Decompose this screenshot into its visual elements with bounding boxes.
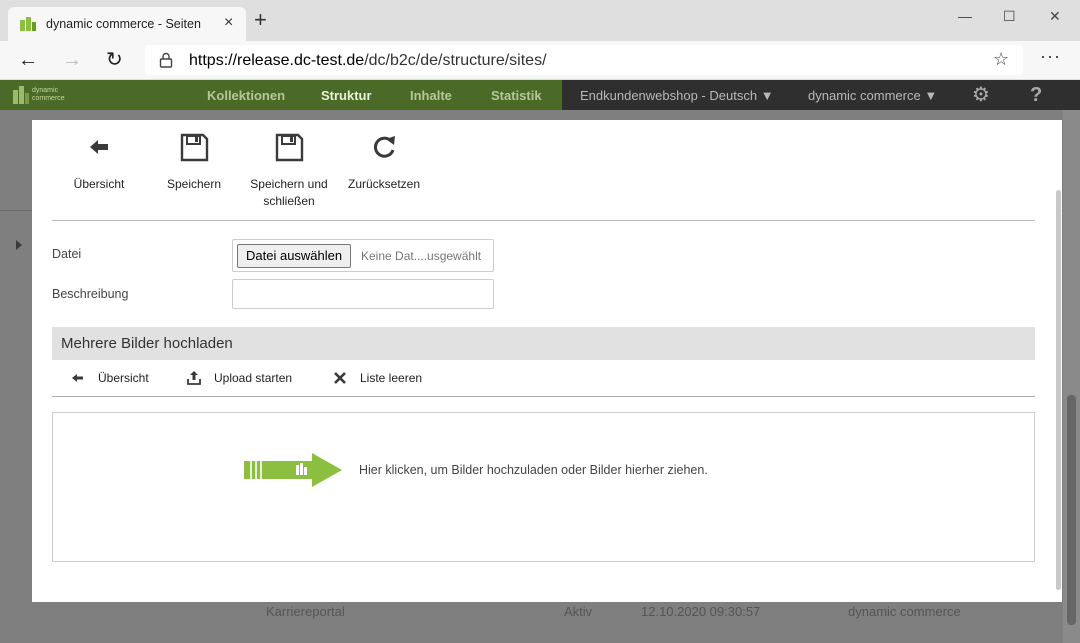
upload-toolbar-divider	[52, 396, 1035, 397]
image-dropzone[interactable]: Hier klicken, um Bilder hochzuladen oder…	[52, 412, 1035, 562]
close-window-icon[interactable]: ✕	[1049, 8, 1061, 24]
modal-scrollbar-thumb[interactable]	[1056, 190, 1061, 590]
shop-selector[interactable]: Endkundenwebshop - Deutsch ▼	[580, 88, 774, 103]
start-upload-button[interactable]: Upload starten	[186, 368, 306, 388]
upload-modal: Übersicht Speichern Speichern und schließ…	[32, 120, 1062, 602]
clear-list-button[interactable]: Liste leeren	[332, 368, 442, 388]
page-scrollbar-thumb[interactable]	[1067, 395, 1076, 625]
dynamic-commerce-favicon-icon	[20, 17, 36, 31]
choose-file-button[interactable]: Datei auswählen	[237, 244, 352, 268]
bg-site-name: Karriereportal	[266, 604, 345, 619]
browser-tab-bar: dynamic commerce - Seiten × + — ☐ ✕	[0, 0, 1080, 41]
dynamic-commerce-logo[interactable]: dynamic commerce	[13, 86, 73, 104]
maximize-icon[interactable]: ☐	[1003, 8, 1016, 24]
bg-site-status: Aktiv	[564, 604, 593, 619]
chevron-down-icon: ▼	[760, 88, 774, 103]
file-status-text: Keine Dat....usgewählt	[361, 249, 482, 263]
bg-site-date: 12.10.2020 09:30:57	[641, 604, 761, 619]
upload-icon	[187, 371, 201, 385]
logo-mark-icon	[13, 86, 29, 104]
browser-address-bar: ← → ↻ https://release.dc-test.de/dc/b2c/…	[0, 41, 1080, 80]
save-button[interactable]: Speichern	[162, 132, 226, 193]
app-header: dynamic commerce Kollektionen Struktur In…	[0, 80, 1080, 110]
multi-upload-header: Mehrere Bilder hochladen	[52, 327, 1035, 360]
tab-close-icon[interactable]: ×	[224, 14, 233, 32]
description-input[interactable]	[232, 279, 494, 309]
favorite-star-icon[interactable]: ☆	[993, 49, 1009, 70]
company-selector[interactable]: dynamic commerce ▼	[808, 88, 937, 103]
menu-statistik[interactable]: Statistik	[491, 88, 542, 103]
help-icon[interactable]: ?	[1030, 84, 1042, 106]
new-tab-icon[interactable]: +	[254, 9, 267, 31]
page-scrollbar[interactable]	[1063, 110, 1080, 643]
green-arrow-icon	[244, 453, 342, 487]
bg-site-owner: dynamic commerce	[848, 604, 961, 619]
description-label: Beschreibung	[52, 287, 129, 301]
rotate-right-icon	[373, 136, 395, 158]
arrow-left-icon	[72, 374, 83, 382]
refresh-icon[interactable]: ↻	[106, 48, 123, 72]
dropzone-text: Hier klicken, um Bilder hochzuladen oder…	[359, 463, 708, 477]
more-menu-icon[interactable]: ···	[1040, 46, 1061, 67]
url-field[interactable]: https://release.dc-test.de/dc/b2c/de/str…	[145, 45, 1023, 75]
chevron-down-icon: ▼	[924, 88, 938, 103]
floppy-disk-icon	[275, 133, 304, 162]
minimize-icon[interactable]: —	[958, 8, 972, 24]
tab-title: dynamic commerce - Seiten	[46, 17, 201, 31]
arrow-left-icon	[90, 140, 108, 154]
overview-button[interactable]: Übersicht	[68, 132, 130, 193]
lock-icon	[159, 52, 173, 68]
modal-scrollbar[interactable]	[1055, 120, 1062, 602]
forward-arrow-icon[interactable]: →	[62, 48, 82, 72]
file-input[interactable]: Datei auswählen Keine Dat....usgewählt	[232, 239, 494, 272]
floppy-disk-icon	[180, 133, 209, 162]
menu-kollektionen[interactable]: Kollektionen	[207, 88, 285, 103]
close-icon	[334, 372, 346, 384]
menu-struktur[interactable]: Struktur	[321, 88, 372, 103]
url-text: https://release.dc-test.de/dc/b2c/de/str…	[189, 52, 547, 69]
reset-button[interactable]: Zurücksetzen	[346, 132, 422, 193]
logo-text: dynamic commerce	[32, 87, 65, 102]
menu-inhalte[interactable]: Inhalte	[410, 88, 452, 103]
expand-caret-icon	[16, 240, 22, 250]
toolbar-divider	[52, 220, 1035, 221]
back-arrow-icon[interactable]: ←	[18, 48, 38, 72]
browser-tab[interactable]: dynamic commerce - Seiten ×	[8, 7, 246, 41]
multi-upload-title: Mehrere Bilder hochladen	[61, 335, 233, 352]
upload-overview-button[interactable]: Übersicht	[70, 368, 170, 388]
save-and-close-button[interactable]: Speichern und schließen	[246, 132, 332, 210]
file-label: Datei	[52, 247, 82, 261]
gear-icon[interactable]: ⚙	[972, 84, 990, 106]
